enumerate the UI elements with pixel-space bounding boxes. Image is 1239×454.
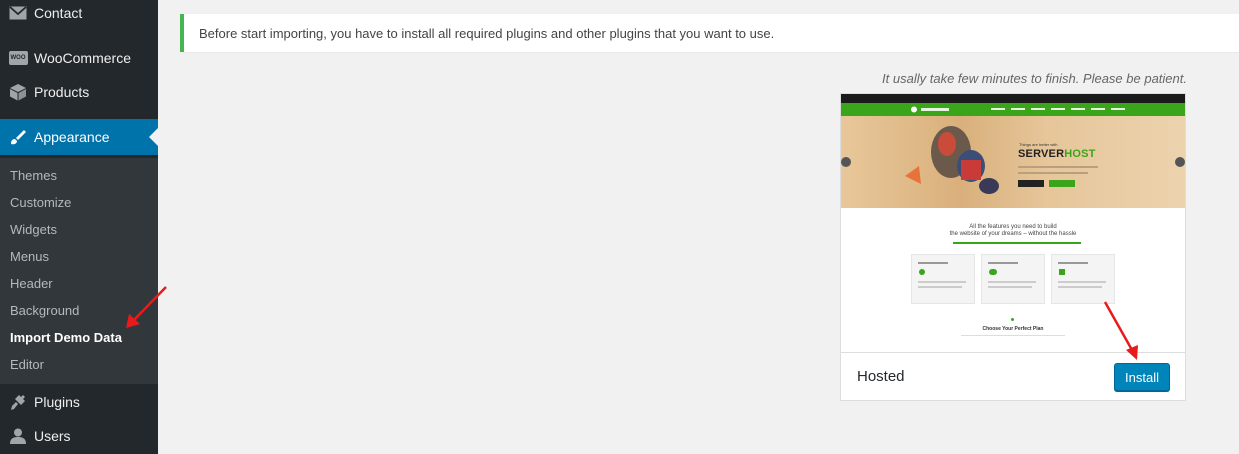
preview-tagline: Things are better with bbox=[1019, 142, 1058, 147]
menu-users[interactable]: Users bbox=[0, 419, 158, 453]
preview-feature-box bbox=[1051, 254, 1115, 304]
preview-brand: SERVERHOST bbox=[1018, 148, 1096, 160]
preview-plan-heading: Choose Your Perfect Plan bbox=[982, 326, 1044, 332]
menu-products-label: Products bbox=[34, 84, 90, 100]
menu-plugins[interactable]: Plugins bbox=[0, 385, 158, 419]
menu-woocommerce[interactable]: WOO WooCommerce bbox=[0, 41, 158, 75]
submenu-editor[interactable]: Editor bbox=[10, 357, 44, 372]
submenu-themes[interactable]: Themes bbox=[10, 168, 57, 183]
paintbrush-icon bbox=[0, 128, 34, 146]
preview-brand-a: SERVER bbox=[1018, 148, 1065, 160]
menu-appearance[interactable]: Appearance bbox=[0, 119, 158, 155]
demo-name: Hosted bbox=[857, 368, 905, 385]
preview-cta-green bbox=[1049, 180, 1075, 187]
preview-hero: Things are better with SERVERHOST bbox=[841, 116, 1185, 208]
admin-sidebar: Contact WOO WooCommerce Products Appeara… bbox=[0, 0, 158, 454]
menu-appearance-label: Appearance bbox=[34, 129, 110, 145]
preview-headline-2: the website of your dreams – without the… bbox=[949, 231, 1077, 237]
mail-icon bbox=[0, 6, 34, 20]
menu-products[interactable]: Products bbox=[0, 75, 158, 109]
plug-icon bbox=[0, 393, 34, 411]
woo-badge: WOO bbox=[8, 51, 28, 65]
submenu-import-demo-data[interactable]: Import Demo Data bbox=[10, 330, 122, 345]
preview-navbar bbox=[841, 103, 1185, 116]
box-icon bbox=[0, 83, 34, 101]
submenu-widgets[interactable]: Widgets bbox=[10, 222, 57, 237]
preview-topbar bbox=[841, 94, 1185, 103]
woocommerce-icon: WOO bbox=[0, 51, 34, 65]
preview-brand-b: HOST bbox=[1064, 148, 1096, 160]
menu-contact[interactable]: Contact bbox=[0, 0, 158, 30]
menu-plugins-label: Plugins bbox=[34, 394, 80, 410]
plugin-notice: Before start importing, you have to inst… bbox=[180, 14, 1239, 52]
preview-feature-box bbox=[981, 254, 1045, 304]
menu-woocommerce-label: WooCommerce bbox=[34, 50, 131, 66]
patience-text: It usally take few minutes to finish. Pl… bbox=[882, 71, 1187, 86]
preview-headline-1: All the features you need to build bbox=[969, 224, 1057, 230]
preview-feature-box bbox=[911, 254, 975, 304]
submenu-header[interactable]: Header bbox=[10, 276, 53, 291]
preview-features: All the features you need to build the w… bbox=[841, 208, 1185, 352]
submenu-background[interactable]: Background bbox=[10, 303, 79, 318]
menu-contact-label: Contact bbox=[34, 5, 83, 21]
demo-screenshot[interactable]: Things are better with SERVERHOST All th… bbox=[841, 94, 1185, 352]
submenu-menus[interactable]: Menus bbox=[10, 249, 49, 264]
demo-card-footer: Hosted Install bbox=[841, 352, 1185, 400]
menu-users-label: Users bbox=[34, 428, 71, 444]
submenu-customize[interactable]: Customize bbox=[10, 195, 71, 210]
preview-cta-dark bbox=[1018, 180, 1044, 187]
notice-text: Before start importing, you have to inst… bbox=[199, 26, 775, 41]
install-button[interactable]: Install bbox=[1114, 363, 1170, 391]
appearance-submenu: Themes Customize Widgets Menus Header Ba… bbox=[0, 158, 158, 384]
user-icon bbox=[0, 427, 34, 445]
demo-card: Things are better with SERVERHOST All th… bbox=[840, 93, 1186, 401]
